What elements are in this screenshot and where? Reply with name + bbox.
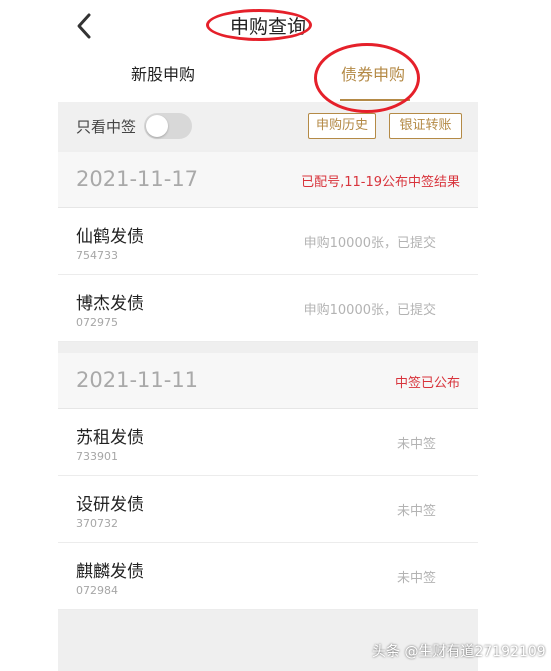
subscription-status: 申购10000张，已提交 — [303, 236, 436, 251]
page-title: 申购查询 — [229, 16, 306, 38]
subscription-history-button[interactable]: 申购历史 — [308, 113, 376, 139]
bond-name: 苏租发债 — [76, 428, 144, 448]
active-tab-indicator — [340, 99, 410, 101]
bond-name: 麒麟发债 — [76, 562, 144, 582]
subscription-status: 未中签 — [396, 504, 436, 519]
group-status: 中签已公布 — [394, 376, 460, 391]
subscription-status: 未中签 — [396, 437, 436, 452]
phone-screen: 申购查询 新股申购 债券申购 只看中签 申购历史 银证转账 2021-11-17… — [58, 0, 478, 671]
bond-code: 733901 — [76, 450, 118, 463]
bond-name: 仙鹤发债 — [76, 227, 144, 247]
tab-ipo-stock[interactable]: 新股申购 — [58, 52, 268, 102]
group-date: 2021-11-11 — [76, 368, 199, 392]
list-item[interactable]: 苏租发债 733901 未中签 — [58, 409, 478, 476]
tab-bar: 新股申购 债券申购 — [58, 52, 478, 102]
toggle-knob — [146, 115, 168, 137]
bond-name: 设研发债 — [76, 495, 144, 515]
screenshot-page: 申购查询 新股申购 债券申购 只看中签 申购历史 银证转账 2021-11-17… — [0, 0, 551, 671]
bond-code: 370732 — [76, 517, 118, 530]
list-item[interactable]: 仙鹤发债 754733 申购10000张，已提交 — [58, 208, 478, 275]
group-header: 2021-11-11 中签已公布 — [58, 353, 478, 409]
nav-bar: 申购查询 — [58, 0, 478, 52]
filter-bar: 只看中签 申购历史 银证转账 — [58, 102, 478, 150]
list-item[interactable]: 麒麟发债 072984 未中签 — [58, 543, 478, 610]
group-status: 已配号,11-19公布中签结果 — [301, 175, 460, 190]
tab-bond-subscription[interactable]: 债券申购 — [268, 52, 478, 102]
subscription-status: 未中签 — [396, 571, 436, 586]
only-winning-toggle[interactable] — [144, 113, 192, 139]
bank-transfer-button[interactable]: 银证转账 — [389, 113, 462, 139]
bond-code: 072984 — [76, 584, 118, 597]
subscription-status: 申购10000张，已提交 — [303, 303, 436, 318]
bond-code: 754733 — [76, 249, 118, 262]
bond-code: 072975 — [76, 316, 118, 329]
list-item[interactable]: 设研发债 370732 未中签 — [58, 476, 478, 543]
watermark-text: 头条 @生财有道27192109 — [372, 644, 546, 660]
bond-name: 博杰发债 — [76, 294, 144, 314]
list-item[interactable]: 博杰发债 072975 申购10000张，已提交 — [58, 275, 478, 342]
only-winning-label: 只看中签 — [76, 118, 137, 136]
group-header: 2021-11-17 已配号,11-19公布中签结果 — [58, 152, 478, 208]
group-date: 2021-11-17 — [76, 167, 199, 191]
